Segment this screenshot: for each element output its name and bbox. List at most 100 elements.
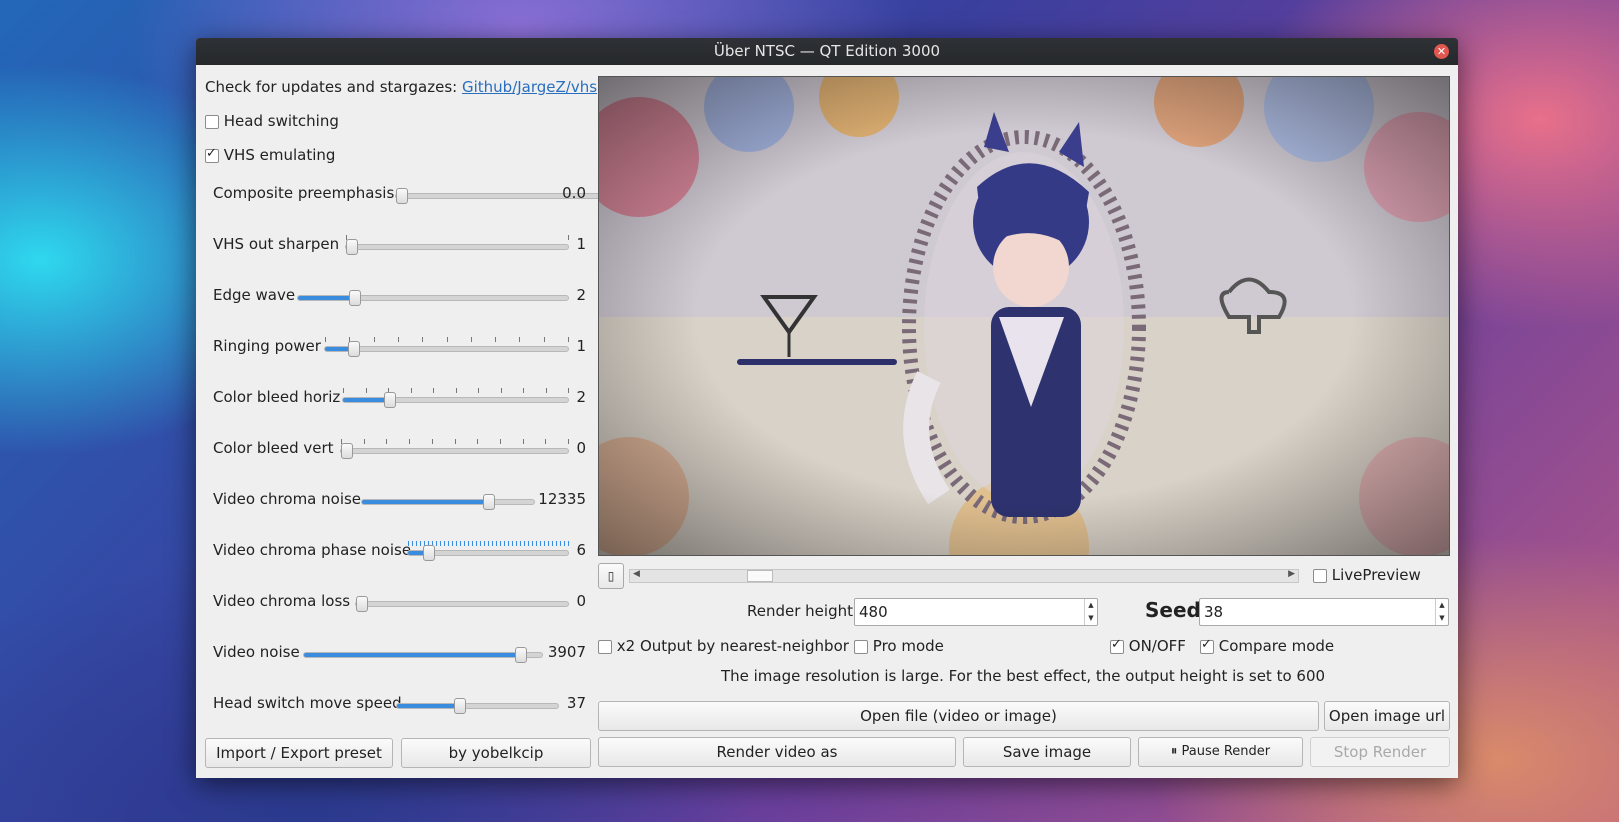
slider-tick [452,541,453,546]
slider-tick [410,388,412,393]
vhs-emulating-box[interactable] [205,146,219,163]
slider-value: 6 [576,541,586,559]
open-file-button[interactable]: Open file (video or image) [598,701,1319,731]
slider-track[interactable] [407,541,569,561]
slider-label: Video chroma noise [213,490,362,508]
slider-tick [543,337,545,342]
slider-track[interactable] [355,596,569,612]
render-video-button[interactable]: Render video as [598,737,956,767]
compare-mode-checkbox[interactable]: Compare mode [1200,637,1334,655]
slider-track[interactable] [340,439,569,459]
status-message: The image resolution is large. For the b… [720,667,1326,685]
slider-row: Color bleed horiz 2 [196,388,586,408]
slider-track[interactable] [342,388,569,408]
save-image-button[interactable]: Save image [963,737,1131,767]
pause-square-icon[interactable]: ▯ [598,563,624,589]
slider-row: Ringing power 1 [196,337,586,357]
slider-value: 12335 [538,490,586,508]
stop-render-button[interactable]: Stop Render [1310,737,1450,767]
slider-tick [478,388,479,393]
timeline-handle[interactable] [747,570,773,582]
slider-handle[interactable] [514,647,527,663]
slider-fill [298,296,355,300]
seed-label: Seed [1145,598,1201,622]
slider-tick [545,439,547,444]
pro-mode-checkbox[interactable]: Pro mode [854,637,944,655]
render-height-field[interactable]: 480 ▲ ▼ [854,598,1098,626]
slider-tick [343,388,344,393]
slider-handle[interactable] [348,290,361,306]
head-switching-box[interactable] [205,114,219,129]
slider-track[interactable] [324,337,569,357]
slider-value: 37 [566,694,586,712]
slider-row: Video chroma loss 0 [196,592,586,612]
slider-tick [568,388,569,393]
x2-output-label: x2 Output by nearest-neighbor [616,637,849,655]
slider-tick [416,541,417,546]
pro-mode-label: Pro mode [872,637,944,655]
slider-tick [397,337,399,342]
slider-track[interactable] [345,235,569,255]
slider-handle[interactable] [356,596,368,612]
slider-handle[interactable] [453,698,466,714]
slider-tick [484,541,485,546]
live-preview-box[interactable] [1313,568,1327,583]
slider-label: Ringing power [213,337,321,355]
spin-arrows-icon[interactable]: ▲ ▼ [1435,599,1448,625]
slider-tick [568,235,569,240]
scroll-right-icon[interactable]: ▶ [1288,569,1295,579]
slider-handle[interactable] [422,545,435,561]
x2-output-box[interactable] [598,639,612,654]
slider-tick [519,337,521,342]
on-off-checkbox[interactable]: ON/OFF [1110,637,1186,655]
vhs-emulating-checkbox[interactable]: VHS emulating [205,146,335,164]
pause-render-button[interactable]: ⏸ Pause Render [1138,737,1303,767]
slider-value: 1 [576,235,586,253]
slider-handle[interactable] [483,494,496,510]
slider-handle[interactable] [341,443,353,459]
slider-track[interactable] [396,698,559,714]
live-preview-checkbox[interactable]: LivePreview [1313,566,1421,584]
slider-ticks [346,235,569,240]
slider-ticks [325,337,569,342]
slider-label: VHS out sharpen [213,235,340,253]
render-height-label: Render height [747,602,853,620]
slider-track[interactable] [361,494,535,510]
import-export-preset-button[interactable]: Import / Export preset [205,738,393,768]
close-icon[interactable]: ✕ [1434,44,1449,59]
on-off-label: ON/OFF [1128,637,1186,655]
slider-tick [544,541,545,546]
scroll-left-icon[interactable]: ◀ [633,569,640,579]
timeline-scrollbar[interactable]: ◀ ▶ [629,569,1299,583]
x2-output-checkbox[interactable]: x2 Output by nearest-neighbor [598,637,849,655]
slider-track[interactable] [297,290,569,306]
slider-handle[interactable] [396,188,408,204]
slider-tick [548,541,549,546]
open-image-url-button[interactable]: Open image url [1324,701,1450,731]
slider-row: Video chroma phase noise 6 [196,541,586,561]
compare-mode-box[interactable] [1200,637,1214,654]
slider-tick [512,541,513,546]
preview-image [599,77,1449,555]
slider-label: Video noise [213,643,300,661]
pro-mode-box[interactable] [854,639,868,654]
slider-handle[interactable] [384,392,397,408]
slider-handle[interactable] [346,239,358,255]
slider-tick [373,337,375,342]
slider-value: 0 [576,592,586,610]
slider-value: 0 [576,439,586,457]
title-bar[interactable]: Über NTSC — QT Edition 3000 ✕ [196,38,1458,65]
window-title: Über NTSC — QT Edition 3000 [713,42,941,60]
slider-handle[interactable] [348,341,361,357]
slider-fill [304,653,521,657]
on-off-box[interactable] [1110,637,1124,654]
seed-field[interactable]: 38 ▲ ▼ [1199,598,1449,626]
author-button[interactable]: by yobelkcip [401,738,591,768]
slider-track[interactable] [303,647,543,663]
spin-arrows-icon[interactable]: ▲ ▼ [1084,599,1097,625]
updates-line: Check for updates and stargazes: Github/… [205,78,597,96]
slider-tick [492,541,493,546]
slider-tick [500,541,501,546]
head-switching-checkbox[interactable]: Head switching [205,112,339,130]
github-link[interactable]: Github/JargeZ/vhs [462,78,597,96]
